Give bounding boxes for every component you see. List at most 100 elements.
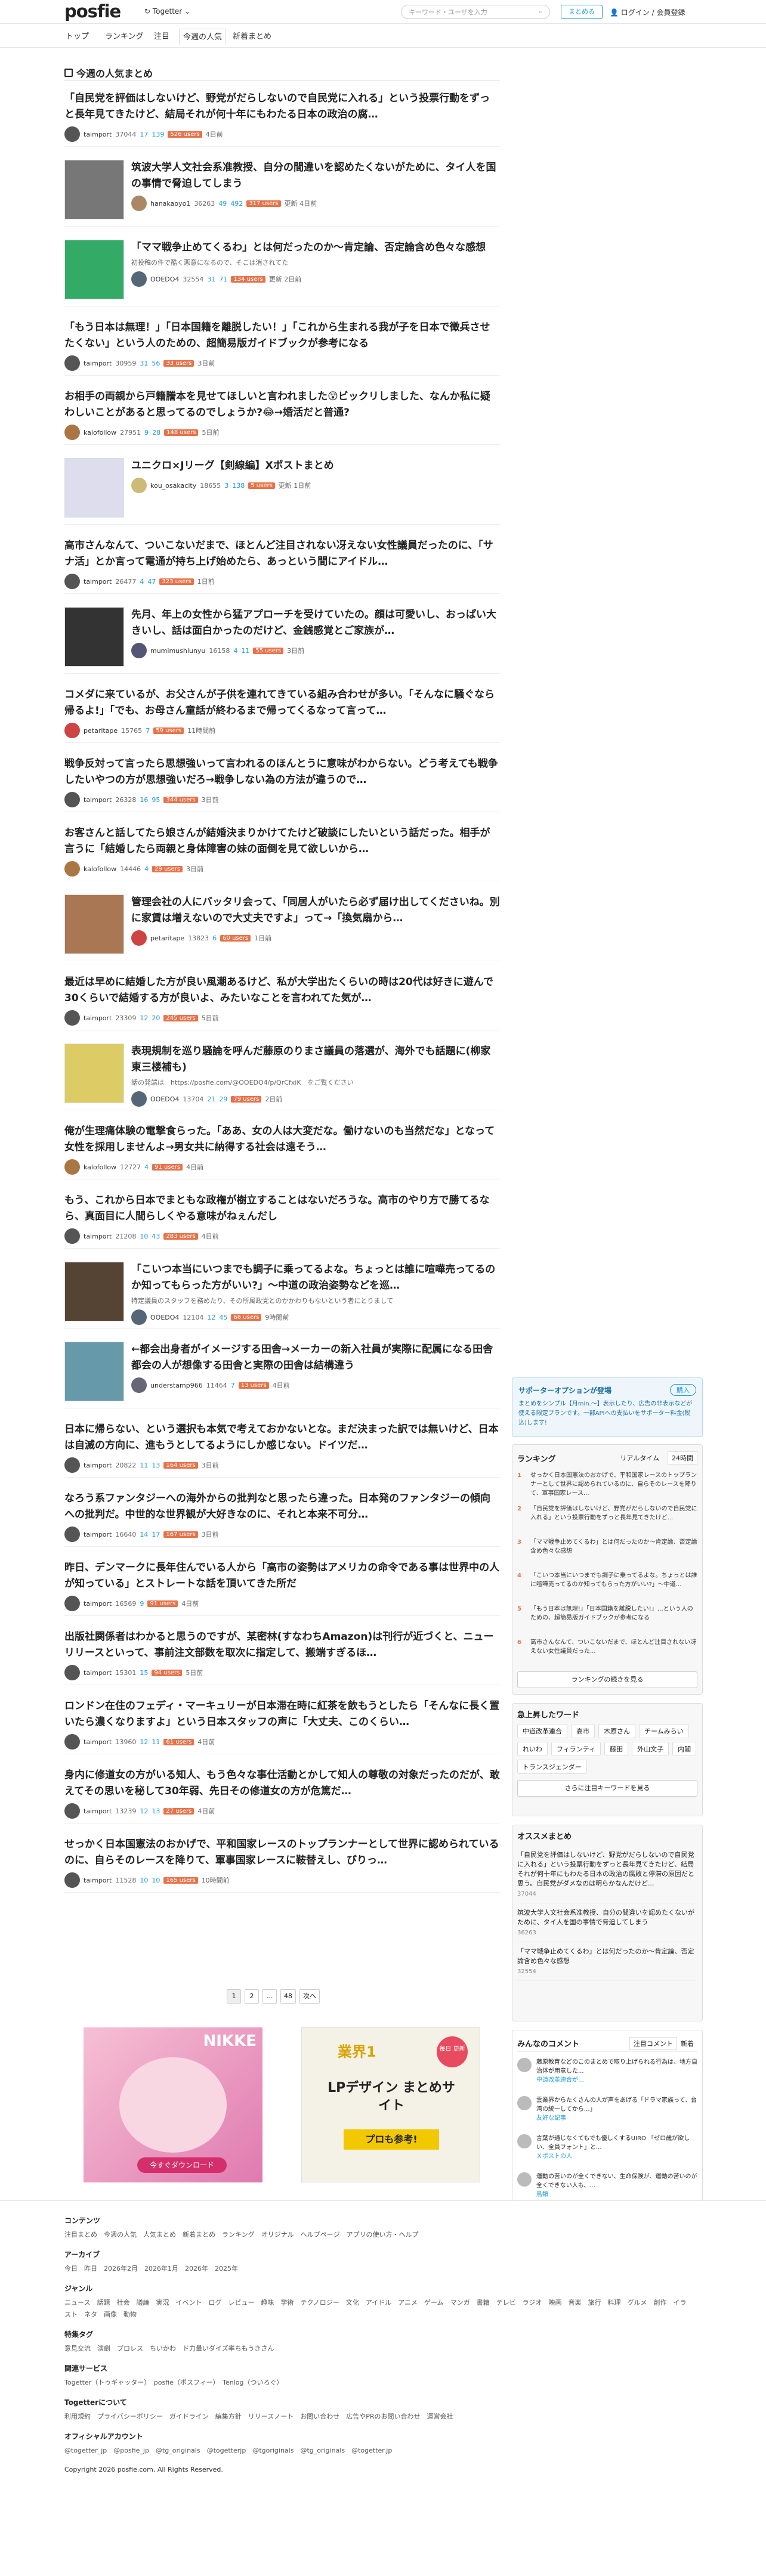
thumbnail-image[interactable] <box>64 1262 124 1321</box>
commenter-avatar[interactable] <box>517 2134 532 2148</box>
next-page[interactable]: 次へ <box>299 1989 320 2004</box>
list-item[interactable]: 「こいつ本当にいつまでも調子に乗ってるよな。ちょっとは誰に喧嘩売ってるのか知って… <box>64 1257 500 1329</box>
comment-source[interactable]: Ｘポストの人 <box>536 2152 697 2161</box>
keyword-tag[interactable]: 高市 <box>571 1724 595 1738</box>
keyword-tag[interactable]: 木原さん <box>598 1724 635 1738</box>
ranking-title[interactable]: 「ママ戦争止めてくるわ」とは何だったのか〜肯定論、否定論含め色々な感想 <box>530 1538 697 1566</box>
item-user[interactable]: understamp966 <box>150 1382 203 1389</box>
keyword-tag[interactable]: れいわ <box>517 1742 548 1756</box>
footer-genre-links[interactable]: ニュース 話題 社会 議論 実況 イベント ログ レビュー 趣味 学術 テクノロ… <box>64 2297 691 2321</box>
ranking-item[interactable]: 3 「ママ戦争止めてくるわ」とは何だったのか〜肯定論、否定論含め色々な感想 <box>517 1538 697 1566</box>
item-user[interactable]: taimport <box>84 1531 112 1538</box>
item-user[interactable]: taimport <box>84 1877 112 1884</box>
avatar[interactable] <box>131 271 147 287</box>
ranking-title[interactable]: 高市さんなんて、ついこないだまで、ほとんど注目されない冴えない女性議員だった..… <box>530 1638 697 1667</box>
item-title[interactable]: 高市さんなんて、ついこないだまで、ほとんど注目されない冴えない女性議員だったのに… <box>64 538 500 570</box>
search-icon[interactable]: ⌕ <box>539 8 542 16</box>
item-title[interactable]: ←都会出身者がイメージする田舎→メーカーの新入社員が実際に配属になる田舎 都会の… <box>131 1342 500 1374</box>
item-user[interactable]: taimport <box>84 1669 112 1677</box>
item-user[interactable]: taimport <box>84 1014 112 1022</box>
item-title[interactable]: ロンドン在住のフェディ・マーキュリーが日本滞在時に紅茶を飲もうとしたら「そんなに… <box>64 1698 500 1730</box>
tab-24h[interactable]: 24時間 <box>668 1451 697 1465</box>
thumbnail-image[interactable] <box>64 458 124 518</box>
item-user[interactable]: taimport <box>84 131 112 138</box>
avatar[interactable] <box>64 1872 80 1888</box>
footer-togetter-links[interactable]: 利用規約 プライバシーポリシー ガイドライン 編集方針 リリースノート お問い合… <box>64 2411 702 2423</box>
item-user[interactable]: taimport <box>84 578 112 586</box>
create-button[interactable]: まとめる <box>561 5 603 19</box>
list-item[interactable]: お客さんと話してたら娘さんが結婚決まりかけてたけど破談にしたいという話だった。相… <box>64 821 500 881</box>
item-title[interactable]: 「ママ戦争止めてくるわ」とは何だったのか〜肯定論、否定論含め色々な感想 <box>131 240 500 256</box>
ranking-item[interactable]: 1 せっかく日本国憲法のおかげで、平和国家レースのトップランナーとして世界に認めら… <box>517 1471 697 1500</box>
ranking-title[interactable]: 「こいつ本当にいつまでも調子に乗ってるよな。ちょっとは誰に喧嘩売ってるのか知って… <box>530 1571 697 1600</box>
list-item[interactable]: 「自民党を評価はしないけど、野党がだらしないので自民党に入れる」という投票行動を… <box>64 86 500 147</box>
item-title[interactable]: 出版社関係者はわかると思うのですが、某密林(すなわちAmazon)は刊行が近づく… <box>64 1629 500 1661</box>
footer-archive-links[interactable]: 今日 昨日 2026年2月 2026年1月 2026年 2025年 <box>64 2263 702 2275</box>
comment-text[interactable]: 言葉が通じなくてもでも優しくするUIRO 「ゼロ歳が欲しい、全員フォント」と..… <box>536 2134 697 2152</box>
commenter-avatar[interactable] <box>517 2096 532 2110</box>
item-title[interactable]: ユニクロ×Jリーグ【剣線編】Xポストまとめ <box>131 458 500 474</box>
avatar[interactable] <box>131 1377 147 1393</box>
item-user[interactable]: taimport <box>84 1233 112 1240</box>
list-item[interactable]: 最近は早めに結婚した方が良い風潮あるけど、私が大学出たくらいの時は20代は好きに… <box>64 970 500 1030</box>
commenter-avatar[interactable] <box>517 2172 532 2187</box>
item-title[interactable]: 昨日、デンマークに長年住んでいる人から「高市の姿勢はアメリカの命令である事は世界… <box>64 1560 500 1592</box>
ad-download-button[interactable]: 今すぐダウンロード <box>137 2157 227 2173</box>
keyword-tag[interactable]: 藤田 <box>604 1742 629 1756</box>
list-item[interactable]: ロンドン在住のフェディ・マーキュリーが日本滞在時に紅茶を飲もうとしたら「そんなに… <box>64 1693 500 1754</box>
item-title[interactable]: お客さんと話してたら娘さんが結婚決まりかけてたけど破談にしたいという話だった。相… <box>64 825 500 857</box>
search-input[interactable]: キーワード・ユーザを入力 ⌕ <box>401 5 550 19</box>
ranking-item[interactable]: 4 「こいつ本当にいつまでも調子に乗ってるよな。ちょっとは誰に喧嘩売ってるのか知っ… <box>517 1571 697 1600</box>
avatar[interactable] <box>64 574 80 589</box>
item-user[interactable]: taimport <box>84 1807 112 1815</box>
comment-text[interactable]: 運動の苦いのが全くできない、生命保険が、運動の苦いのが全くできない人も、... <box>536 2172 697 2190</box>
thumbnail-image[interactable] <box>64 1342 124 1401</box>
comment-item[interactable]: 藤原教育などのこのまとめで取り上げられる行為は、地方自治体が用意した... 中道改… <box>517 2058 697 2090</box>
avatar[interactable] <box>64 425 80 440</box>
osusume-title[interactable]: 筑波大学人文社会系准教授、自分の間違いを認めたくないがために、タイ人を国の事情で… <box>517 1908 697 1927</box>
avatar[interactable] <box>64 1803 80 1819</box>
keyword-tag[interactable]: 外山文子 <box>632 1742 669 1756</box>
list-item[interactable]: 出版社関係者はわかると思うのですが、某密林(すなわちAmazon)は刊行が近づく… <box>64 1624 500 1685</box>
item-user[interactable]: taimport <box>84 1462 112 1469</box>
avatar[interactable] <box>131 478 147 493</box>
list-item[interactable]: 先月、年上の女性から猛アプローチを受けていたの。顔は可愛いし、おっぱい大きいし、… <box>64 602 500 674</box>
tab-top[interactable]: トップ <box>62 30 92 47</box>
keyword-tag[interactable]: 内閣 <box>672 1742 697 1756</box>
item-user[interactable]: taimport <box>84 796 112 804</box>
thumbnail-image[interactable] <box>64 240 124 299</box>
ad-nikke[interactable]: NIKKE 今すぐダウンロード <box>84 2027 262 2182</box>
comment-text[interactable]: 雲業界からたくさんの人が声をあげる「ドラマ家族って、台湾の統一してから…」 <box>536 2096 697 2114</box>
thumbnail-image[interactable] <box>64 894 124 954</box>
thumbnail-image[interactable] <box>64 160 124 219</box>
list-item[interactable]: 日本に帰らない、という選択も本気で考えておかないとな。まだ決まった訳では無いけど… <box>64 1417 500 1478</box>
item-title[interactable]: 俺が生理痛体験の電撃食らった。「ああ、女の人は大変だな。働けないのも当然だな」と… <box>64 1123 500 1156</box>
avatar[interactable] <box>131 643 147 658</box>
ranking-title[interactable]: せっかく日本国憲法のおかげで、平和国家レースのトップランナーとして世界に認められ… <box>530 1471 697 1500</box>
keyword-tag[interactable]: 中道改革連合 <box>517 1724 567 1738</box>
list-item[interactable]: お相手の両親から戸籍謄本を見せてほしいと言われました😲ビックリしました、なんか私… <box>64 384 500 445</box>
keyword-tag[interactable]: チームみらい <box>639 1724 689 1738</box>
item-title[interactable]: 戦争反対って言ったら思想強いって言われるのほんとうに意味がわからない。どう考えて… <box>64 756 500 788</box>
list-item[interactable]: 高市さんなんて、ついこないだまで、ほとんど注目されない冴えない女性議員だったのに… <box>64 533 500 594</box>
tab-new[interactable]: 新着まとめ <box>229 30 275 47</box>
supporter-buy-button[interactable]: 購入 <box>670 1384 696 1396</box>
avatar[interactable] <box>64 1527 80 1542</box>
item-user[interactable]: mumimushiunyu <box>150 647 205 655</box>
item-title[interactable]: もう、これから日本でまともな政権が樹立することはないだろうな。高市のやり方で勝て… <box>64 1193 500 1225</box>
thumbnail-image[interactable] <box>64 607 124 667</box>
list-item[interactable]: なろう系ファンタジーへの海外からの批判なと思ったら違った。日本発のファンタジーの… <box>64 1486 500 1547</box>
comment-source[interactable]: 友好な記事 <box>536 2114 697 2123</box>
posfie-logo[interactable]: posfie <box>64 2 121 20</box>
avatar[interactable] <box>64 1734 80 1750</box>
item-user[interactable]: kalofollow <box>84 865 116 873</box>
list-item[interactable]: せっかく日本国憲法のおかげで、平和国家レースのトップランナーとして世界に認められ… <box>64 1832 500 1893</box>
osusume-item[interactable]: 「自民党を評価はしないけど、野党がだらしないので自民党に入れる」という投票行動を… <box>517 1850 697 1903</box>
osusume-title[interactable]: 「ママ戦争止めてくるわ」とは何だったのか〜肯定論、否定論含め色々な感想 <box>517 1947 697 1966</box>
footer-contents-links[interactable]: 注目まとめ 今週の人気 人気まとめ 新着まとめ ランキング オリジナル ヘルプペ… <box>64 2229 702 2241</box>
list-item[interactable]: 管理会社の人にバッタリ会って、「同居人がいたら必ず届け出してくださいね。別に家賃… <box>64 890 500 961</box>
list-item[interactable]: もう、これから日本でまともな政権が樹立することはないだろうな。高市のやり方で勝て… <box>64 1188 500 1249</box>
ranking-item[interactable]: 5 「もう日本は無理!」「日本国籍を離脱したい!」…という人のための、超簡易版ガイ… <box>517 1605 697 1633</box>
ranking-item[interactable]: 6 高市さんなんて、ついこないだまで、ほとんど注目されない冴えない女性議員だった.… <box>517 1638 697 1667</box>
footer-related-links[interactable]: Togetter（トゥギャッター） posfie（ポスフィー） Tenlog（つ… <box>64 2377 702 2389</box>
